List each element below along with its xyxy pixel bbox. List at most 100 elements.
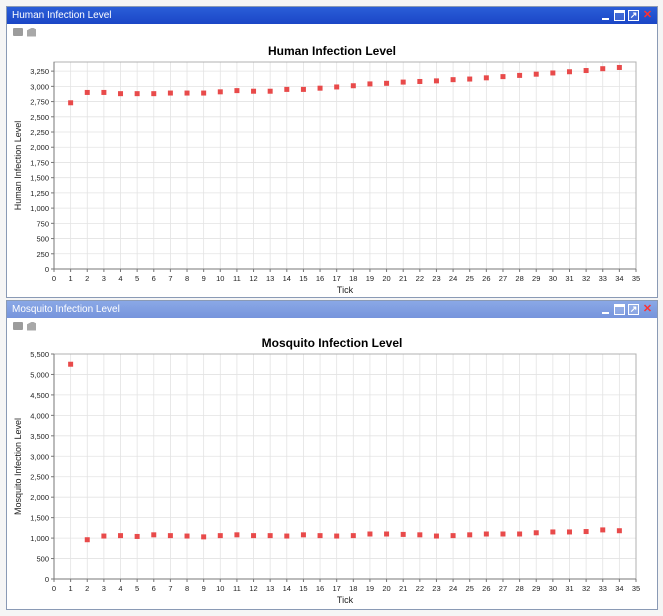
data-point <box>101 89 107 95</box>
data-point <box>616 528 622 534</box>
y-tick-label: 3,000 <box>30 452 49 461</box>
x-tick-label: 6 <box>152 274 156 283</box>
x-tick-label: 23 <box>432 584 440 593</box>
x-tick-label: 9 <box>202 584 206 593</box>
x-tick-label: 12 <box>249 274 257 283</box>
x-tick-label: 24 <box>449 274 457 283</box>
x-tick-label: 18 <box>349 584 357 593</box>
detach-icon[interactable]: ↗ <box>628 304 639 315</box>
detach-icon[interactable]: ↗ <box>628 10 639 21</box>
y-tick-label: 2,750 <box>30 98 49 107</box>
data-point <box>68 100 74 106</box>
x-tick-label: 11 <box>233 584 241 593</box>
data-point <box>251 533 257 539</box>
y-tick-label: 500 <box>36 235 49 244</box>
y-tick-label: 2,500 <box>30 473 49 482</box>
close-icon[interactable]: ✕ <box>642 10 653 21</box>
x-tick-label: 14 <box>283 274 291 283</box>
data-point <box>217 533 223 539</box>
data-point <box>550 529 556 535</box>
data-point <box>533 71 539 77</box>
data-point <box>201 90 207 96</box>
y-tick-label: 250 <box>36 250 49 259</box>
x-tick-label: 30 <box>549 584 557 593</box>
maximize-icon[interactable] <box>614 10 625 21</box>
y-tick-label: 4,500 <box>30 391 49 400</box>
x-tick-label: 7 <box>168 584 172 593</box>
save-icon[interactable] <box>13 28 23 36</box>
window-titlebar[interactable]: Human Infection Level ↗ ✕ <box>7 7 657 24</box>
x-tick-label: 18 <box>349 274 357 283</box>
y-tick-label: 3,000 <box>30 82 49 91</box>
data-point <box>284 533 290 539</box>
x-tick-label: 34 <box>615 274 623 283</box>
close-icon[interactable]: ✕ <box>642 304 653 315</box>
export-icon[interactable] <box>27 321 36 331</box>
data-point <box>217 89 223 95</box>
data-point <box>417 78 423 84</box>
y-tick-label: 2,250 <box>30 128 49 137</box>
x-tick-label: 2 <box>85 274 89 283</box>
data-point <box>467 76 473 82</box>
y-tick-label: 2,000 <box>30 493 49 502</box>
maximize-icon[interactable] <box>614 304 625 315</box>
y-tick-label: 1,500 <box>30 514 49 523</box>
x-tick-label: 3 <box>102 274 106 283</box>
data-point <box>600 527 606 533</box>
x-tick-label: 28 <box>515 584 523 593</box>
x-tick-label: 0 <box>52 584 56 593</box>
data-point <box>234 532 240 538</box>
x-tick-label: 31 <box>565 584 573 593</box>
chart-toolbar <box>7 318 657 334</box>
x-tick-label: 23 <box>432 274 440 283</box>
x-tick-label: 27 <box>499 584 507 593</box>
data-point <box>483 75 489 81</box>
data-point <box>433 533 439 539</box>
data-point <box>400 79 406 85</box>
y-tick-label: 3,250 <box>30 67 49 76</box>
export-icon[interactable] <box>27 27 36 37</box>
x-tick-label: 8 <box>185 274 189 283</box>
data-point <box>317 533 323 539</box>
data-point <box>517 72 523 78</box>
data-point <box>467 532 473 538</box>
mosquito-infection-window: Mosquito Infection Level ↗ ✕ Mosquito In… <box>6 300 658 610</box>
data-point <box>483 531 489 537</box>
x-tick-label: 17 <box>333 584 341 593</box>
window-titlebar[interactable]: Mosquito Infection Level ↗ ✕ <box>7 301 657 318</box>
x-tick-label: 1 <box>69 274 73 283</box>
data-point <box>616 64 622 70</box>
window-title: Human Infection Level <box>12 10 112 21</box>
x-tick-label: 29 <box>532 274 540 283</box>
data-point <box>566 529 572 535</box>
plot-area <box>53 353 637 580</box>
data-point <box>500 74 506 80</box>
data-point <box>201 534 207 540</box>
x-tick-label: 4 <box>118 274 122 283</box>
data-point <box>450 77 456 83</box>
x-tick-label: 20 <box>382 584 390 593</box>
data-point <box>184 90 190 96</box>
data-point <box>118 91 124 97</box>
x-tick-label: 15 <box>299 274 307 283</box>
x-tick-label: 19 <box>366 274 374 283</box>
data-point <box>367 531 373 537</box>
data-point <box>84 89 90 95</box>
save-icon[interactable] <box>13 322 23 330</box>
y-axis-label: Human Infection Level <box>13 121 23 211</box>
x-tick-label: 16 <box>316 584 324 593</box>
y-tick-label: 3,500 <box>30 432 49 441</box>
chart-toolbar <box>7 24 657 40</box>
x-tick-label: 21 <box>399 584 407 593</box>
data-point <box>367 81 373 87</box>
minimize-icon[interactable] <box>600 10 611 21</box>
data-point <box>583 68 589 74</box>
data-point <box>151 91 157 97</box>
data-point <box>300 532 306 538</box>
data-point <box>350 533 356 539</box>
data-point <box>251 88 257 94</box>
data-point <box>167 90 173 96</box>
x-tick-label: 32 <box>582 584 590 593</box>
minimize-icon[interactable] <box>600 304 611 315</box>
data-point <box>284 86 290 92</box>
